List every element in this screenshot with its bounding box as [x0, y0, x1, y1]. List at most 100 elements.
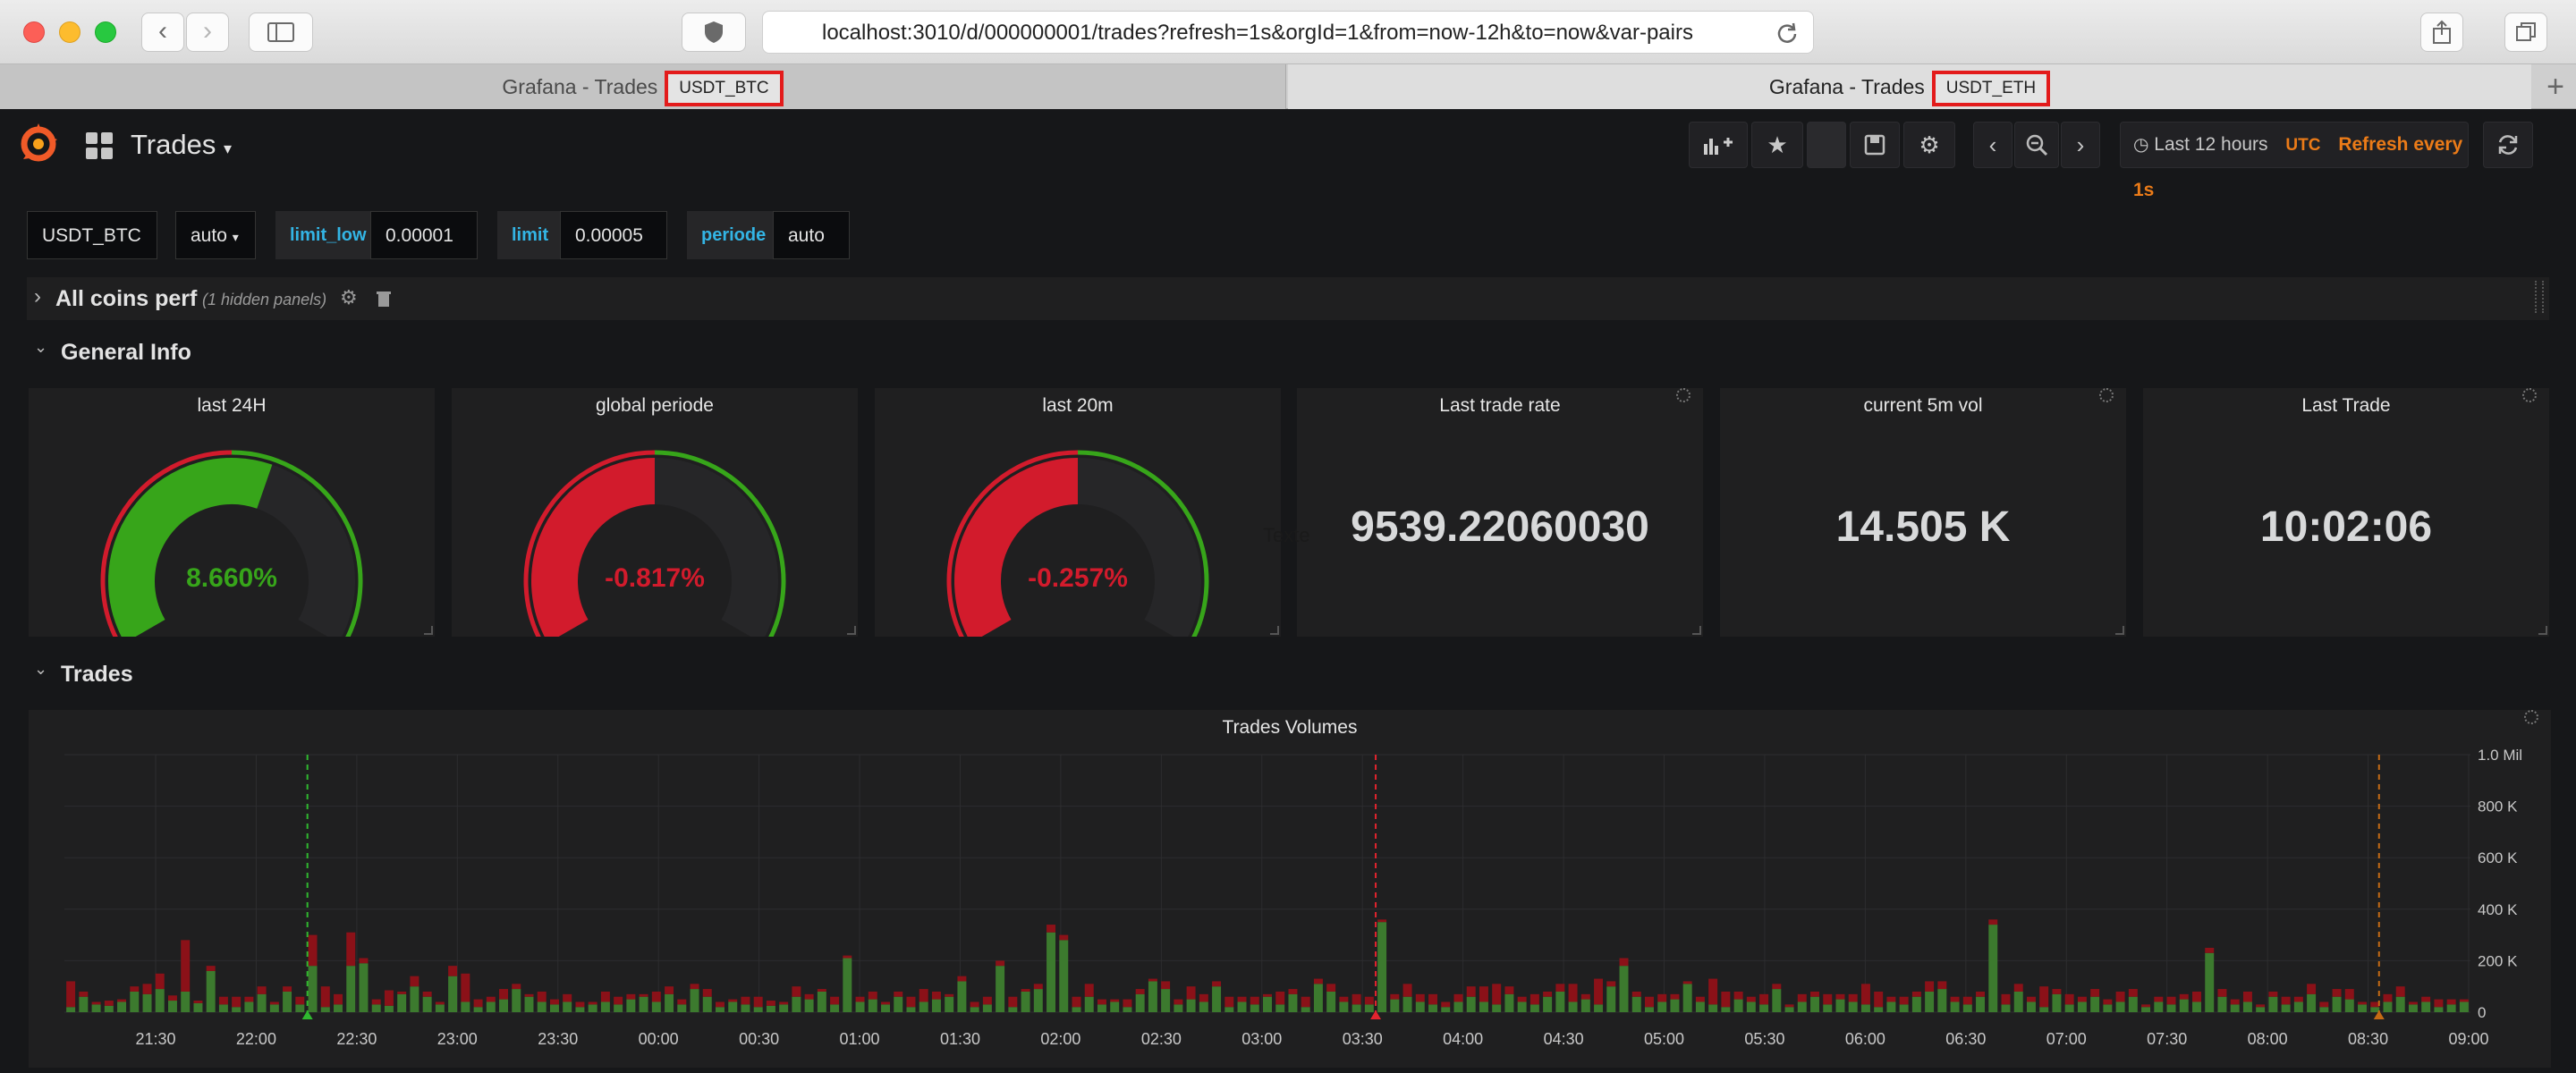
row-trades[interactable]: ⌄ Trades: [27, 656, 385, 692]
stat-value: 10:02:06: [2259, 503, 2433, 551]
time-forward-button[interactable]: ›: [2061, 122, 2100, 168]
time-back-button[interactable]: ‹: [1973, 122, 2012, 168]
bar-buy: [1479, 1001, 1488, 1012]
bar-buy: [2370, 1007, 2380, 1012]
refresh-icon: [2498, 135, 2518, 155]
resize-handle[interactable]: [2115, 626, 2124, 635]
refresh-button[interactable]: [2483, 122, 2533, 168]
add-panel-button[interactable]: [1689, 122, 1748, 168]
forward-button[interactable]: ›: [186, 13, 229, 52]
address-bar[interactable]: localhost:3010/d/000000001/trades?refres…: [762, 11, 1814, 54]
resize-handle[interactable]: [2538, 626, 2547, 635]
gauge-panel-last-20m[interactable]: last 20m -0.257%: [875, 388, 1281, 637]
row-title: All coins perf: [55, 286, 198, 311]
resize-handle[interactable]: [847, 626, 856, 635]
share-button[interactable]: [2420, 13, 2463, 52]
bar-sell: [996, 960, 1005, 967]
bar-sell: [1555, 984, 1565, 992]
pair-value: USDT_BTC: [42, 225, 141, 246]
sidebar-toggle-button[interactable]: [249, 13, 313, 52]
periode-select[interactable]: auto ▾: [773, 211, 850, 292]
bar-sell: [945, 993, 954, 997]
gauge-panel-global-periode[interactable]: global periode -0.817%: [452, 388, 858, 637]
tabs-overview-button[interactable]: [2504, 13, 2547, 52]
x-tick-label: 22:30: [336, 1030, 377, 1048]
row-general-info[interactable]: ⌄ General Info: [27, 334, 385, 370]
bar-sell: [1364, 996, 1374, 1005]
bar-buy: [2115, 1001, 2125, 1012]
bar-sell: [1899, 996, 1909, 1005]
time-picker-button[interactable]: ◷ Last 12 hours UTC Refresh every 1s: [2120, 122, 2469, 200]
share-dashboard-button[interactable]: [1807, 122, 1846, 168]
bar-buy: [779, 1004, 789, 1012]
x-tick-label: 09:00: [2448, 1030, 2488, 1048]
stat-panel-last-trade[interactable]: Last Trade 10:02:06: [2143, 388, 2549, 637]
dashboard-title[interactable]: Trades ▾: [131, 129, 232, 161]
bar-sell: [1453, 993, 1463, 1002]
bar-buy: [702, 996, 712, 1012]
back-button[interactable]: ‹: [141, 13, 184, 52]
minimize-window-button[interactable]: [59, 21, 80, 43]
bar-buy: [499, 999, 509, 1012]
bar-buy: [1682, 984, 1692, 1012]
row-all-coins-perf[interactable]: › All coins perf (1 hidden panels) ⚙: [27, 277, 2549, 320]
bar-buy: [1517, 1001, 1527, 1012]
bar-buy: [1402, 996, 1412, 1012]
reload-icon[interactable]: [1775, 21, 1799, 45]
stat-panel-current-5m-vol[interactable]: current 5m vol 14.505 K: [1720, 388, 2126, 637]
stat-panel-last-trade-rate[interactable]: Last trade rate 9539.22060030: [1297, 388, 1703, 637]
gauge-value: 8.660%: [186, 563, 277, 593]
tab-usdt-eth[interactable]: Grafana - Trades USDT_ETH: [1288, 64, 2531, 109]
grafana-logo-icon[interactable]: [16, 122, 61, 166]
bar-sell: [1339, 996, 1349, 1002]
bar-buy: [91, 1004, 101, 1012]
bar-buy: [334, 1004, 343, 1012]
bar-sell: [397, 991, 407, 994]
limit-select[interactable]: 0.00005 ▾: [560, 211, 667, 292]
bar-buy: [1390, 999, 1400, 1012]
share-icon: [2433, 20, 2451, 44]
limit-low-select[interactable]: 0.00001 ▾: [370, 211, 478, 292]
interval-select[interactable]: auto ▾: [175, 211, 256, 259]
bar-buy: [614, 1004, 623, 1012]
bar-sell: [218, 996, 228, 1005]
x-tick-label: 06:00: [1845, 1030, 1885, 1048]
gauge-panel-last-24h[interactable]: last 24H 8.660%: [29, 388, 435, 637]
bar-buy: [486, 1001, 496, 1012]
settings-button[interactable]: ⚙: [1903, 122, 1955, 168]
bar-buy: [1759, 1004, 1769, 1012]
tab-usdt-btc[interactable]: Grafana - Trades USDT_BTC: [0, 64, 1286, 109]
bar-buy: [397, 993, 407, 1012]
zoom-out-button[interactable]: [2014, 122, 2059, 168]
privacy-button[interactable]: [682, 13, 746, 52]
bar-sell: [1657, 993, 1667, 1002]
bar-sell: [1135, 989, 1145, 994]
new-tab-button[interactable]: +: [2535, 64, 2576, 109]
bar-sell: [346, 932, 356, 967]
save-button[interactable]: [1850, 122, 1900, 168]
x-tick-label: 05:00: [1644, 1030, 1684, 1048]
gear-icon[interactable]: ⚙: [340, 286, 358, 309]
resize-handle[interactable]: [1692, 626, 1701, 635]
add-panel-icon: [1704, 138, 1733, 155]
trades-volume-panel[interactable]: Trades Volumes 0 200 K 400 K 600 K 800 K 1.0 …: [29, 710, 2551, 1068]
bar-buy: [1313, 984, 1323, 1012]
bar-sell: [1212, 981, 1222, 987]
trades-volume-chart[interactable]: 0 200 K 400 K 600 K 800 K 1.0 Mil 21:30 22:00 22…: [29, 710, 2551, 1068]
bar-sell: [677, 999, 687, 1005]
close-window-button[interactable]: [23, 21, 45, 43]
dashboards-grid-icon[interactable]: [86, 132, 113, 159]
drag-handle-icon[interactable]: [2535, 281, 2544, 313]
zoom-window-button[interactable]: [95, 21, 116, 43]
dashboard-title-text: Trades: [131, 129, 216, 160]
bar-buy: [575, 1007, 585, 1012]
limit-low-label: limit_low: [275, 211, 370, 259]
resize-handle[interactable]: [424, 626, 433, 635]
bar-buy: [1746, 1001, 1756, 1012]
bar-buy: [1021, 991, 1030, 1012]
trash-icon[interactable]: [376, 290, 392, 308]
resize-handle[interactable]: [1270, 626, 1279, 635]
star-button[interactable]: ★: [1751, 122, 1803, 168]
bar-buy: [2268, 996, 2278, 1012]
pair-select[interactable]: USDT_BTC ▾: [27, 211, 157, 292]
